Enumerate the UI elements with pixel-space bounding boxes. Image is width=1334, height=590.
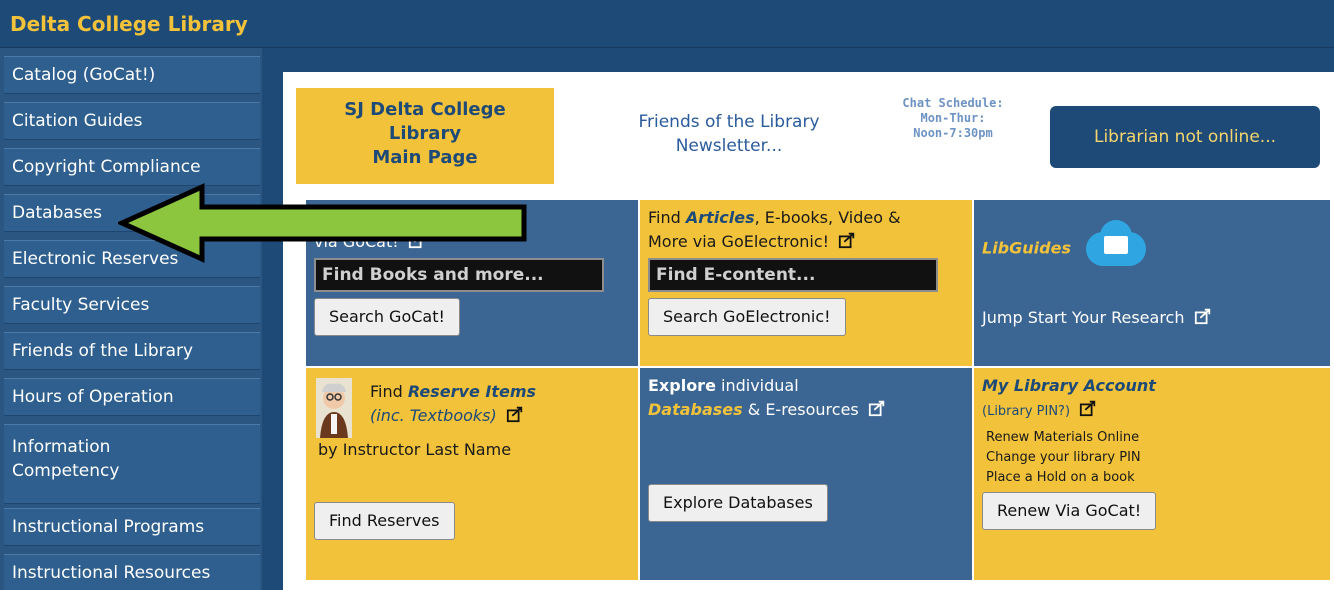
chat-line: Mon-Thur: bbox=[920, 111, 986, 125]
sidebar-item-label: Information bbox=[12, 437, 111, 457]
newsletter-line: Friends of the Library bbox=[638, 112, 820, 132]
library-pin-link[interactable]: (Library PIN?) bbox=[982, 404, 1070, 419]
databases-link[interactable]: Databases bbox=[648, 400, 743, 419]
place-hold-link[interactable]: Place a Hold on a book bbox=[986, 468, 1322, 488]
sidebar-item-label: Citation Guides bbox=[12, 111, 143, 131]
librarian-status-button[interactable]: Librarian not online... bbox=[1050, 106, 1320, 168]
account-subtitle-wrap: (Library PIN?) bbox=[982, 398, 1322, 424]
top-bar: Delta College Library bbox=[0, 0, 1334, 48]
green-arrow bbox=[118, 183, 527, 263]
goelectronic-line2-wrap: More via GoElectronic! bbox=[648, 230, 964, 254]
main-page-link[interactable]: SJ Delta College Library Main Page bbox=[296, 88, 554, 184]
renew-materials-link[interactable]: Renew Materials Online bbox=[986, 428, 1322, 448]
goelectronic-line1: Find Articles, E-books, Video & bbox=[648, 206, 964, 230]
librarian-avatar-icon bbox=[316, 378, 352, 438]
articles-emphasis: Articles bbox=[685, 208, 755, 227]
sidebar-item-copyright[interactable]: Copyright Compliance bbox=[4, 148, 260, 186]
chat-line: Chat Schedule: bbox=[902, 96, 1004, 110]
sidebar-item-friends[interactable]: Friends of the Library bbox=[4, 332, 260, 370]
sidebar-item-faculty-services[interactable]: Faculty Services bbox=[4, 286, 260, 324]
databases-line1: Explore individual bbox=[648, 374, 964, 398]
panel-reserves: Find Reserve Items (inc. Textbooks) by I… bbox=[306, 368, 638, 580]
panel-databases: Explore individual Databases & E-resourc… bbox=[640, 368, 972, 580]
find-reserves-button[interactable]: Find Reserves bbox=[314, 502, 455, 540]
explore-emphasis: Explore bbox=[648, 376, 716, 395]
libguides-title-wrap: LibGuides bbox=[982, 220, 1322, 266]
account-links: Renew Materials Online Change your libra… bbox=[982, 428, 1322, 488]
search-gocat-button[interactable]: Search GoCat! bbox=[314, 298, 460, 336]
sidebar-item-hours[interactable]: Hours of Operation bbox=[4, 378, 260, 416]
newsletter-link[interactable]: Friends of the Library Newsletter... bbox=[598, 110, 860, 158]
reserves-line3: by Instructor Last Name bbox=[318, 440, 512, 459]
external-link-icon[interactable] bbox=[868, 399, 886, 417]
renew-via-gocat-button[interactable]: Renew Via GoCat! bbox=[982, 492, 1157, 530]
sidebar-item-citation-guides[interactable]: Citation Guides bbox=[4, 102, 260, 140]
reserves-prefix: Find bbox=[370, 382, 408, 401]
sidebar-item-label: Competency bbox=[12, 461, 120, 481]
sidebar-item-label: Hours of Operation bbox=[12, 387, 174, 407]
external-link-icon[interactable] bbox=[506, 405, 524, 423]
sidebar: Catalog (GoCat!) Citation Guides Copyrig… bbox=[0, 48, 262, 590]
panel-goelectronic: Find Articles, E-books, Video & More via… bbox=[640, 200, 972, 366]
reserve-items-link[interactable]: Reserve Items bbox=[408, 382, 536, 401]
sidebar-item-label: Copyright Compliance bbox=[12, 157, 201, 177]
goelectronic-suffix: , E-books, Video & bbox=[754, 208, 901, 227]
sidebar-item-information-competency[interactable]: Information Competency bbox=[4, 424, 260, 504]
sidebar-item-label: Faculty Services bbox=[12, 295, 150, 315]
databases-rest2: & E-resources bbox=[742, 400, 859, 419]
external-link-icon[interactable] bbox=[1079, 399, 1097, 417]
external-link-icon[interactable] bbox=[1194, 307, 1212, 325]
search-goelectronic-button[interactable]: Search GoElectronic! bbox=[648, 298, 846, 336]
change-pin-link[interactable]: Change your library PIN bbox=[986, 448, 1322, 468]
main-page-line: Library bbox=[388, 123, 462, 144]
cloud-search-icon bbox=[1086, 220, 1147, 266]
goelectronic-prefix: Find bbox=[648, 208, 686, 227]
sidebar-item-label: Instructional Programs bbox=[12, 517, 205, 537]
sidebar-item-label: Friends of the Library bbox=[12, 341, 194, 361]
sidebar-item-catalog[interactable]: Catalog (GoCat!) bbox=[4, 56, 260, 94]
textbooks-note: (inc. Textbooks) bbox=[370, 406, 497, 425]
site-title: Delta College Library bbox=[10, 12, 248, 36]
explore-databases-button[interactable]: Explore Databases bbox=[648, 484, 828, 522]
external-link-icon[interactable] bbox=[838, 231, 856, 249]
reserves-line1: Find Reserve Items bbox=[314, 380, 630, 404]
libguides-subtitle[interactable]: Jump Start Your Research bbox=[982, 308, 1185, 327]
databases-line2: Databases & E-resources bbox=[648, 398, 964, 422]
main-page-line: Main Page bbox=[372, 147, 478, 168]
chat-schedule: Chat Schedule: Mon-Thur: Noon-7:30pm bbox=[870, 96, 1036, 141]
goelectronic-line2: More via GoElectronic! bbox=[648, 232, 830, 251]
sidebar-item-label: Instructional Resources bbox=[12, 563, 211, 583]
my-library-account-link[interactable]: My Library Account bbox=[982, 374, 1322, 398]
sidebar-item-label: Catalog (GoCat!) bbox=[12, 65, 156, 85]
panel-libguides: LibGuides Jump Start Your Research bbox=[974, 200, 1330, 366]
sidebar-item-instructional-resources[interactable]: Instructional Resources bbox=[4, 554, 260, 590]
panel-my-account: My Library Account (Library PIN?) Renew … bbox=[974, 368, 1330, 580]
libguides-title[interactable]: LibGuides bbox=[982, 239, 1071, 258]
chat-line: Noon-7:30pm bbox=[913, 126, 993, 140]
main-page-line: SJ Delta College bbox=[344, 99, 506, 120]
databases-rest1: individual bbox=[715, 376, 799, 395]
newsletter-line: Newsletter... bbox=[675, 136, 783, 156]
sidebar-item-instructional-programs[interactable]: Instructional Programs bbox=[4, 508, 260, 546]
libguides-subtitle-wrap: Jump Start Your Research bbox=[982, 306, 1322, 330]
gocat-search-input[interactable]: Find Books and more... bbox=[314, 258, 604, 292]
reserves-line2: (inc. Textbooks) bbox=[314, 404, 630, 428]
goelectronic-search-input[interactable]: Find E-content... bbox=[648, 258, 938, 292]
